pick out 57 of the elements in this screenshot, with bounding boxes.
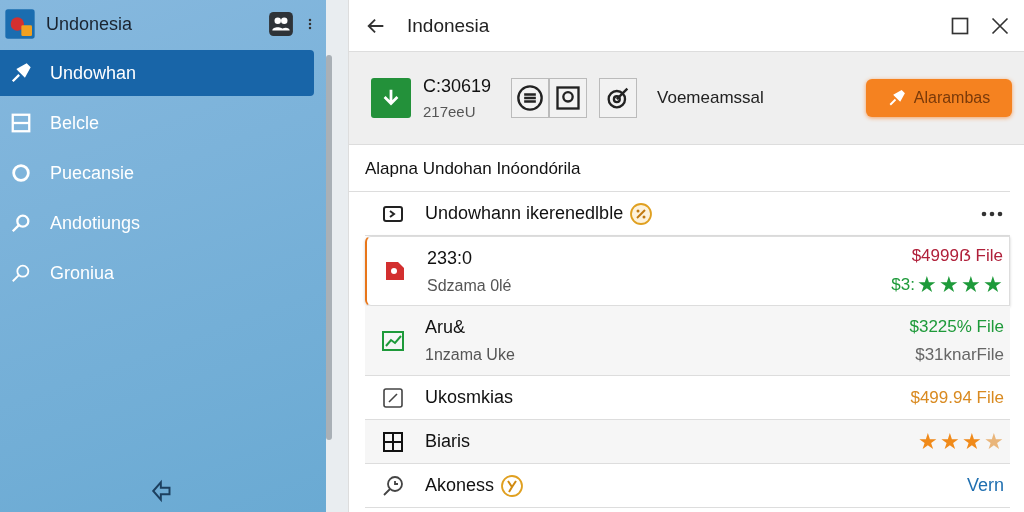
row-subtitle: Sdzama 0lé <box>427 276 513 295</box>
app-logo-icon <box>4 8 36 40</box>
row-title: Biaris <box>425 431 470 452</box>
edit-icon <box>381 385 405 410</box>
window-title: Indonesia <box>407 14 491 37</box>
star-icon: ★ <box>984 430 1004 453</box>
download-button[interactable] <box>371 78 411 118</box>
layout-icon <box>10 112 32 134</box>
people-icon[interactable] <box>268 11 294 37</box>
chart-icon <box>381 328 405 353</box>
list-row[interactable]: Akoness Vern <box>365 464 1010 508</box>
portrait-button[interactable] <box>549 78 588 118</box>
action-button[interactable]: Alarambas <box>866 79 1012 117</box>
row-title: Akoness <box>425 475 495 496</box>
search-icon <box>10 212 32 234</box>
list-row[interactable]: Aru& 1nzama Uke $3225% File $31knarFile <box>365 306 1010 376</box>
star-icon: ★ <box>961 274 981 296</box>
price-text: $4999ẞ File <box>911 246 1003 266</box>
list-button[interactable] <box>511 78 550 118</box>
percent-badge-icon <box>629 201 654 226</box>
row-title: Undowhann ikerenedlble <box>425 203 624 224</box>
code-subtext: 217eeU <box>423 103 477 120</box>
target-button[interactable] <box>599 78 638 118</box>
row-title: Aru& <box>425 317 466 338</box>
star-icon: ★ <box>962 430 982 453</box>
search-icon <box>10 262 32 284</box>
sidebar-item[interactable]: Undowhan <box>0 50 314 96</box>
price-text: $499.94 File <box>910 387 1004 408</box>
pin-icon <box>887 89 906 107</box>
price-text: $31knarFile <box>915 344 1004 365</box>
maximize-icon[interactable] <box>950 15 970 36</box>
scrollbar[interactable] <box>326 55 332 440</box>
star-icon: ★ <box>918 430 938 453</box>
row-title: Ukosmkias <box>425 387 513 408</box>
toolbar-label: Voemeamssal <box>657 88 765 108</box>
app-title: Undonesia <box>46 13 134 35</box>
pin-icon <box>10 62 32 84</box>
view-link[interactable]: Vern <box>966 475 1004 496</box>
star-icon: ★ <box>983 274 1003 296</box>
close-icon[interactable] <box>990 15 1010 36</box>
grid-icon <box>381 429 405 454</box>
star-icon: ★ <box>917 274 937 296</box>
circle-icon <box>10 162 32 184</box>
document-icon <box>383 259 407 283</box>
row-title: 233:0 <box>427 247 473 269</box>
star-icon: ★ <box>940 430 960 453</box>
portrait-icon <box>554 84 583 112</box>
code-text: C:30619 <box>423 76 492 97</box>
star-icon: ★ <box>939 274 959 296</box>
row-subtitle: 1nzama Uke <box>425 346 516 364</box>
section-heading: Alapna Undohan Inóondórila <box>349 145 1010 192</box>
price-text: $3225% File <box>909 316 1004 337</box>
list-row[interactable]: Undowhann ikerenedlble <box>365 192 1010 236</box>
price-text: $3: <box>891 275 915 295</box>
list-row[interactable]: Biaris ★★★★ <box>365 420 1010 464</box>
search-icon <box>381 473 405 498</box>
list-icon <box>516 84 545 112</box>
